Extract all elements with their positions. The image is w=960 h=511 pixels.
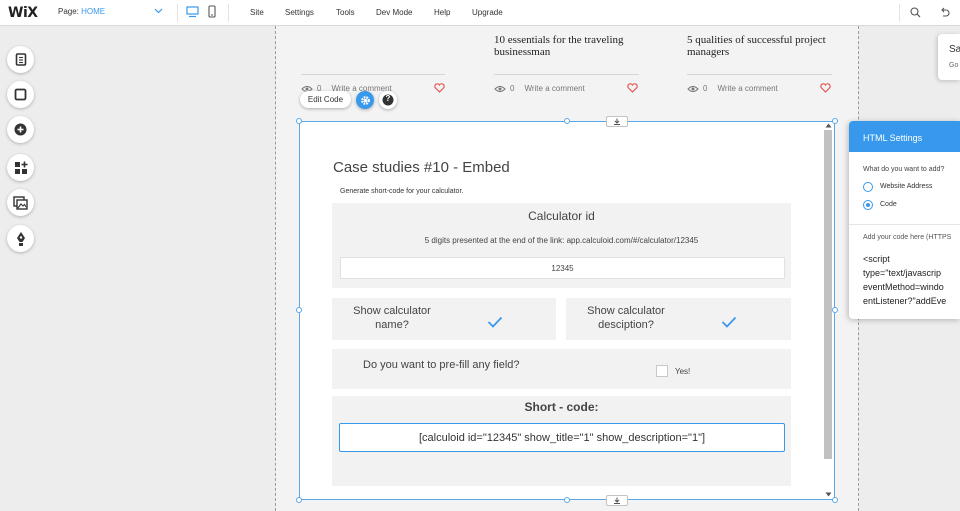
save-panel-title: Sa (949, 44, 960, 55)
wix-logo: WiX (8, 5, 38, 21)
editor-top-bar: WiX Page: HOME Site Settings Tools Dev M… (0, 0, 960, 26)
html-settings-question: What do you want to add? (863, 166, 945, 173)
pages-icon (15, 53, 26, 66)
menu-site[interactable]: Site (250, 8, 264, 17)
write-comment-link[interactable]: Write a comment (524, 84, 584, 93)
blog-post-title[interactable]: 5 qualities of successful project manage… (687, 34, 837, 58)
stretch-arrows-icon (614, 497, 620, 504)
background-button[interactable] (7, 81, 34, 108)
view-count: 0 (703, 84, 708, 93)
code-line: <script (863, 254, 890, 264)
add-apps-button[interactable] (7, 154, 34, 181)
menu-help[interactable]: Help (434, 8, 450, 17)
pages-button[interactable] (7, 46, 34, 73)
html-settings-panel: HTML Settings What do you want to add? W… (849, 121, 960, 319)
code-line: type="text/javascrip (863, 268, 941, 278)
desktop-view-icon[interactable] (186, 6, 199, 18)
pen-icon (16, 231, 25, 246)
write-comment-link[interactable]: Write a comment (717, 84, 777, 93)
page-selector-label: Page: (58, 7, 79, 16)
add-icon (14, 123, 27, 136)
like-heart-icon[interactable] (627, 83, 638, 93)
page-selector[interactable]: Page: HOME (58, 7, 105, 16)
page-selector-value: HOME (81, 7, 106, 16)
stretch-handle-bottom[interactable] (606, 495, 628, 506)
settings-button[interactable] (356, 91, 374, 109)
resize-handle[interactable] (296, 118, 302, 124)
resize-handle[interactable] (564, 497, 570, 503)
resize-handle[interactable] (832, 307, 838, 313)
like-heart-icon[interactable] (820, 83, 831, 93)
undo-icon[interactable] (939, 7, 950, 17)
post-stats: 0 Write a comment (494, 84, 585, 93)
divider (849, 224, 960, 225)
resize-handle[interactable] (832, 118, 838, 124)
add-button[interactable] (7, 116, 34, 143)
website-address-label: Website Address (880, 183, 933, 190)
menu-dev-mode[interactable]: Dev Mode (376, 8, 412, 17)
html-settings-title: HTML Settings (849, 121, 960, 152)
views-icon (494, 85, 506, 92)
media-button[interactable] (7, 189, 34, 216)
code-radio[interactable] (863, 200, 873, 210)
like-heart-icon[interactable] (434, 83, 445, 93)
gear-icon (360, 95, 370, 105)
pen-button[interactable] (7, 225, 34, 252)
code-line: entListener?"addEve (863, 296, 947, 306)
stretch-handle-top[interactable] (606, 116, 628, 127)
resize-handle[interactable] (564, 118, 570, 124)
view-count: 0 (510, 84, 515, 93)
menu-tools[interactable]: Tools (336, 8, 355, 17)
divider (899, 4, 900, 22)
code-textarea[interactable]: <script type="text/javascrip eventMethod… (863, 252, 946, 308)
resize-handle[interactable] (296, 307, 302, 313)
website-address-radio[interactable] (863, 182, 873, 192)
code-input-label: Add your code here (HTTPS (863, 234, 952, 241)
code-line: eventMethod=windo (863, 282, 944, 292)
background-icon (14, 88, 27, 101)
resize-handle[interactable] (296, 497, 302, 503)
post-stats: 0 Write a comment (687, 84, 778, 93)
divider (494, 74, 639, 75)
help-button[interactable]: ? (379, 91, 397, 109)
divider (301, 74, 445, 75)
save-panel[interactable]: Sa Go (938, 34, 960, 80)
code-label: Code (880, 201, 897, 208)
chevron-down-icon[interactable] (154, 8, 163, 14)
divider (687, 74, 832, 75)
selection-frame (299, 121, 835, 500)
views-icon (687, 85, 699, 92)
edit-code-button[interactable]: Edit Code (300, 91, 351, 108)
divider (177, 4, 178, 22)
mobile-view-icon[interactable] (208, 5, 216, 18)
media-icon (13, 195, 28, 210)
menu-upgrade[interactable]: Upgrade (472, 8, 503, 17)
menu-settings[interactable]: Settings (285, 8, 314, 17)
help-glyph: ? (385, 94, 391, 103)
save-panel-link[interactable]: Go (949, 62, 958, 69)
divider (228, 4, 229, 22)
resize-handle[interactable] (832, 497, 838, 503)
blog-post-title[interactable]: 10 essentials for the traveling business… (494, 34, 644, 58)
stretch-arrows-icon (614, 118, 620, 125)
zoom-icon[interactable] (910, 7, 921, 18)
add-apps-icon (14, 161, 27, 174)
